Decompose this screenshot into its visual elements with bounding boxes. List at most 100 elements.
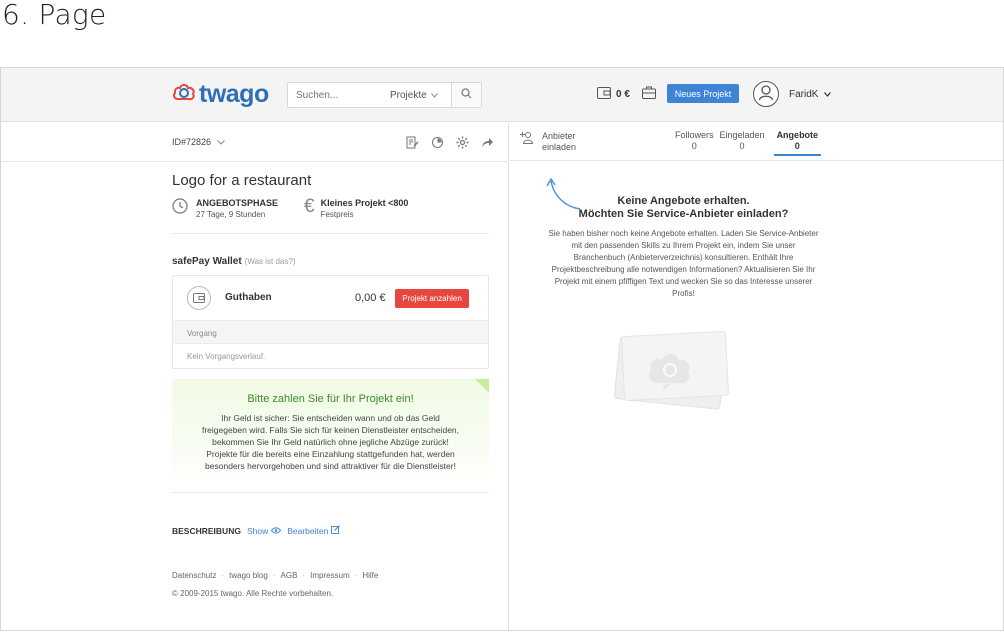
copyright: © 2009-2015 twago. Alle Rechte vorbehalt… — [172, 589, 334, 598]
footer-link-hilfe[interactable]: Hilfe — [362, 571, 378, 580]
description-section: BESCHREIBUNG Show Bearbeiten — [172, 525, 341, 536]
gear-icon[interactable] — [455, 135, 469, 149]
pay-project-button[interactable]: Projekt anzahlen — [395, 289, 469, 308]
notice-line: freigegeben wird. Falls Sie sich für kei… — [201, 425, 460, 435]
project-id: ID#72826 — [172, 137, 212, 147]
history-empty-text: Kein Vorgangsverlauf. — [187, 352, 266, 361]
empty-text-line: mit den passenden Skills zu Ihrem Projek… — [571, 241, 796, 250]
empty-state-text: Sie haben bisher noch keine Angebote erh… — [520, 228, 847, 300]
top-navigation-bar: twago Projekte 0 € N — [1, 68, 1003, 122]
phase-label: ANGEBOTSPHASE — [196, 198, 279, 208]
invite-providers-button[interactable]: Anbieter einladen — [520, 131, 576, 153]
divider — [172, 233, 489, 234]
show-link-text: Show — [246, 525, 269, 536]
divider — [1, 161, 509, 162]
phase-time-remaining: 27 Tage, 9 Stunden — [196, 210, 266, 219]
edit-description-link[interactable]: Bearbeiten — [287, 525, 341, 536]
footer-link-impressum[interactable]: Impressum — [310, 571, 350, 580]
logo-text: twago — [199, 79, 269, 108]
tab-followers[interactable]: Followers 0 — [672, 130, 717, 156]
tab-count: 0 — [691, 141, 697, 151]
tab-count: 0 — [794, 141, 800, 151]
wallet-balance-row: Guthaben 0,00 € Projekt anzahlen — [173, 276, 488, 320]
edit-document-icon[interactable] — [405, 135, 419, 149]
footer-link-agb[interactable]: AGB — [281, 571, 298, 580]
euro-icon: € — [304, 196, 315, 217]
edit-link-text: Bearbeiten — [287, 525, 329, 536]
corner-decoration — [475, 379, 489, 393]
wallet-indicator[interactable]: 0 € — [597, 87, 630, 102]
search-button[interactable] — [451, 83, 481, 107]
new-project-button[interactable]: Neues Projekt — [667, 84, 739, 103]
notice-text: Ihr Geld ist sicher: Sie entscheiden wan… — [180, 412, 481, 472]
username-label: FaridK — [789, 89, 819, 100]
project-id-selector[interactable]: ID#72826 — [172, 137, 225, 147]
footer-links: Datenschutz · twago blog · AGB · Impress… — [172, 571, 378, 580]
user-menu[interactable]: FaridK — [789, 89, 832, 100]
project-details-panel: ID#72826 Logo for a restaurant ANGEBOTSP… — [1, 123, 509, 630]
edit-icon — [331, 525, 341, 536]
budget-label: Kleines Projekt <800 — [320, 198, 409, 208]
history-header: Vorgang — [173, 320, 488, 344]
tab-label: Eingeladen — [719, 130, 765, 140]
project-title: Logo for a restaurant — [172, 172, 312, 189]
tab-label: Angebote — [776, 130, 819, 140]
invite-label-line2: einladen — [542, 142, 577, 152]
chevron-down-icon — [430, 90, 438, 101]
search-category-select[interactable]: Projekte — [390, 90, 452, 101]
notice-line: bekommen Sie Ihr Geld natürlich ohne jeg… — [212, 437, 449, 447]
wallet-heading: safePay Wallet (Was ist das?) — [172, 256, 296, 267]
empty-offers-illustration-icon — [613, 328, 735, 419]
empty-title-line: Keine Angebote erhalten. — [617, 195, 750, 207]
footer-link-datenschutz[interactable]: Datenschutz — [172, 571, 216, 580]
briefcase-icon[interactable] — [642, 86, 656, 104]
cloud-logo-icon — [172, 81, 196, 108]
wallet-icon — [597, 87, 611, 102]
footer-separator: · — [272, 571, 276, 580]
share-icon[interactable] — [480, 135, 494, 149]
notice-line: Projekte für die bereits eine Einzahlung… — [206, 449, 455, 459]
empty-text-line: Branchenbuch (Anbieterverzeichnis) konsu… — [573, 253, 794, 262]
offers-header: Anbieter einladen Followers 0 Eingeladen… — [510, 123, 1003, 161]
empty-text-line: Projektbeschreibung alle notwendigen Inf… — [551, 265, 816, 274]
chevron-down-icon — [824, 89, 832, 100]
notice-line: besonders hervorgehoben und sind attrakt… — [205, 461, 456, 471]
show-description-link[interactable]: Show — [246, 525, 282, 536]
project-toolbar — [405, 135, 494, 149]
empty-text-line: Sie haben bisher noch keine Angebote erh… — [548, 229, 819, 238]
wallet-balance: 0 € — [616, 89, 630, 100]
clock-icon — [172, 198, 188, 219]
app-window: twago Projekte 0 € N — [0, 67, 1004, 631]
search-input[interactable] — [296, 89, 380, 101]
balance-amount: 0,00 € — [355, 292, 386, 304]
empty-text-line: Projekt mit einem pfiffigen Text und wec… — [554, 277, 813, 286]
empty-state-title: Keine Angebote erhalten. Möchten Sie Ser… — [520, 195, 847, 221]
empty-text-line: Profis! — [672, 289, 695, 298]
wallet-icon — [187, 286, 211, 310]
invite-label-line1: Anbieter — [542, 131, 576, 141]
footer-link-blog[interactable]: twago blog — [229, 571, 268, 580]
eye-icon — [271, 526, 282, 536]
wallet-card: Guthaben 0,00 € Projekt anzahlen Vorgang… — [172, 275, 489, 369]
footer-separator: · — [221, 571, 225, 580]
twago-logo[interactable]: twago — [172, 80, 269, 108]
search-bar: Projekte — [287, 82, 482, 108]
chevron-down-icon — [217, 137, 225, 147]
project-phase: ANGEBOTSPHASE 27 Tage, 9 Stunden — [172, 198, 278, 219]
slide-title: 6. Page — [2, 0, 107, 31]
notice-line: Ihr Geld ist sicher: Sie entscheiden wan… — [221, 413, 440, 423]
timer-icon[interactable] — [430, 135, 444, 149]
footer-separator: · — [302, 571, 306, 580]
wallet-help-link[interactable]: (Was ist das?) — [245, 257, 296, 266]
avatar[interactable] — [753, 81, 779, 107]
tab-angebote[interactable]: Angebote 0 — [773, 130, 822, 156]
add-user-icon — [520, 131, 534, 149]
tab-count: 0 — [739, 141, 745, 151]
description-label: BESCHREIBUNG — [172, 525, 241, 536]
tab-label: Followers — [675, 130, 714, 140]
wallet-heading-text: safePay Wallet — [172, 256, 242, 267]
budget-type: Festpreis — [320, 210, 354, 219]
tab-eingeladen[interactable]: Eingeladen 0 — [717, 130, 768, 156]
payment-notice: Bitte zahlen Sie für Ihr Projekt ein! Ih… — [172, 379, 489, 483]
balance-label: Guthaben — [225, 292, 272, 303]
